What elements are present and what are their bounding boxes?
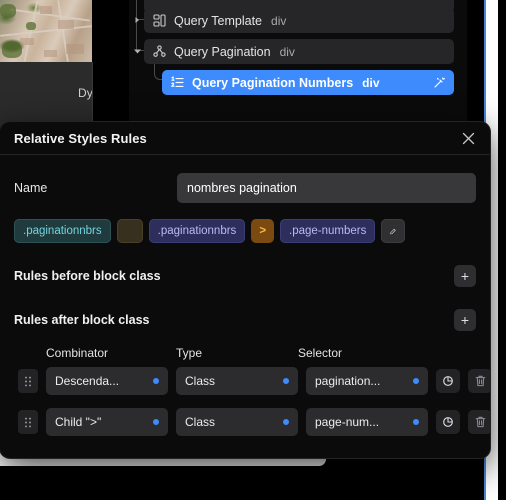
select-indicator-dot bbox=[283, 419, 289, 425]
combinator-select[interactable]: Child ">" bbox=[46, 408, 168, 436]
layer-row-query-template[interactable]: Query Template div bbox=[144, 8, 454, 33]
combinator-value: Child ">" bbox=[55, 415, 102, 429]
table-row: Descenda... Class pagination... bbox=[14, 367, 490, 395]
app-root: Dy Query Template div Query Pagination d… bbox=[0, 0, 506, 500]
selector-chips-row: .paginationnbrs .paginationnbrs > .page-… bbox=[14, 219, 476, 243]
layer-name: Query Pagination Numbers bbox=[192, 75, 354, 90]
duplicate-icon[interactable] bbox=[436, 410, 460, 434]
add-rule-before-button[interactable]: + bbox=[454, 265, 476, 287]
drag-handle-icon[interactable] bbox=[18, 369, 38, 393]
column-header-selector: Selector bbox=[298, 346, 343, 360]
trash-icon[interactable] bbox=[468, 410, 490, 434]
canvas-photo-thumbnail[interactable] bbox=[0, 0, 92, 62]
magic-wand-icon[interactable] bbox=[432, 76, 446, 90]
modal-body: Name .paginationnbrs .paginationnbrs > .… bbox=[0, 173, 490, 436]
table-row: Child ">" Class page-num... bbox=[14, 408, 490, 436]
rules-table: Combinator Type Selector Descenda... Cla… bbox=[14, 345, 490, 436]
column-header-type: Type bbox=[176, 346, 203, 360]
numbered-list-icon bbox=[170, 75, 185, 90]
combinator-select[interactable]: Descenda... bbox=[46, 367, 168, 395]
modal-header: Relative Styles Rules bbox=[0, 122, 490, 155]
section-title: Rules before block class bbox=[14, 269, 161, 283]
canvas-divider bbox=[92, 62, 93, 130]
duplicate-icon[interactable] bbox=[436, 369, 460, 393]
rules-table-header: Combinator Type Selector bbox=[14, 345, 476, 361]
layer-tree-panel: Query Template div Query Pagination div bbox=[129, 0, 467, 130]
pencil-icon[interactable] bbox=[381, 219, 406, 243]
name-input[interactable] bbox=[177, 173, 476, 203]
combinator-value: Descenda... bbox=[55, 374, 120, 388]
type-select[interactable]: Class bbox=[176, 367, 298, 395]
layer-name: Query Pagination bbox=[174, 44, 271, 59]
name-row: Name bbox=[14, 173, 476, 203]
layer-row-query-pagination-numbers[interactable]: Query Pagination Numbers div bbox=[162, 70, 454, 95]
select-indicator-dot bbox=[153, 378, 159, 384]
layer-tag: div bbox=[362, 75, 380, 90]
type-select[interactable]: Class bbox=[176, 408, 298, 436]
pagination-icon bbox=[152, 44, 167, 59]
trash-icon[interactable] bbox=[468, 369, 490, 393]
select-indicator-dot bbox=[413, 378, 419, 384]
select-indicator-dot bbox=[153, 419, 159, 425]
selector-select[interactable]: page-num... bbox=[306, 408, 428, 436]
section-rules-after: Rules after block class + bbox=[14, 309, 476, 331]
selector-chip-combinator[interactable]: > bbox=[251, 219, 275, 243]
selector-value: pagination... bbox=[315, 374, 381, 388]
viewport-edge-black bbox=[498, 0, 506, 500]
section-title: Rules after block class bbox=[14, 313, 150, 327]
chevron-down-icon[interactable] bbox=[131, 45, 143, 57]
add-rule-after-button[interactable]: + bbox=[454, 309, 476, 331]
relative-styles-rules-modal: Relative Styles Rules Name .paginationnb… bbox=[0, 122, 490, 458]
column-header-combinator: Combinator bbox=[46, 346, 109, 360]
layer-row-query-pagination[interactable]: Query Pagination div bbox=[144, 39, 454, 64]
layer-tag: div bbox=[271, 13, 287, 28]
type-value: Class bbox=[185, 374, 216, 388]
selector-value: page-num... bbox=[315, 415, 380, 429]
selector-chip-parent[interactable]: .paginationnbrs bbox=[148, 219, 246, 243]
layer-name: Query Template bbox=[174, 13, 263, 28]
select-indicator-dot bbox=[413, 419, 419, 425]
close-icon[interactable] bbox=[459, 129, 478, 148]
modal-title: Relative Styles Rules bbox=[14, 130, 147, 146]
drag-handle-icon[interactable] bbox=[18, 410, 38, 434]
section-rules-before: Rules before block class + bbox=[14, 265, 476, 287]
template-icon bbox=[152, 13, 167, 28]
selector-chip-base[interactable]: .paginationnbrs bbox=[14, 219, 111, 243]
layer-tag: div bbox=[279, 44, 295, 59]
selector-chip-child[interactable]: .page-numbers bbox=[280, 219, 376, 243]
name-label: Name bbox=[14, 181, 48, 195]
chevron-right-icon[interactable] bbox=[131, 14, 143, 26]
canvas-sheet-label: Dy bbox=[78, 86, 92, 100]
selector-chip-empty[interactable] bbox=[116, 219, 143, 243]
selector-select[interactable]: pagination... bbox=[306, 367, 428, 395]
select-indicator-dot bbox=[283, 378, 289, 384]
type-value: Class bbox=[185, 415, 216, 429]
